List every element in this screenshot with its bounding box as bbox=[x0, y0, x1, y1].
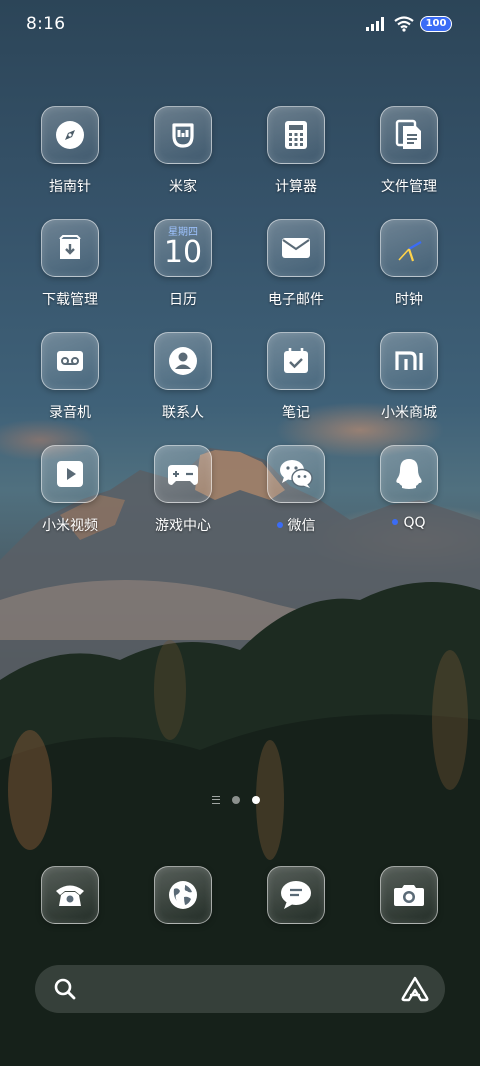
dock-phone[interactable] bbox=[14, 866, 126, 924]
browser-icon bbox=[169, 881, 197, 909]
search-icon[interactable] bbox=[53, 977, 77, 1001]
app-label: 录音机 bbox=[49, 405, 91, 421]
app-mijia[interactable]: 米家 bbox=[127, 106, 239, 196]
clock-icon bbox=[398, 240, 422, 262]
app-label: 文件管理 bbox=[381, 179, 437, 195]
download-icon bbox=[59, 235, 81, 259]
page-dot-2-active bbox=[252, 796, 260, 804]
app-label: 小米视频 bbox=[42, 518, 98, 534]
camera-icon bbox=[394, 885, 424, 906]
app-label: 游戏中心 bbox=[155, 518, 211, 534]
menu-lines-icon bbox=[212, 796, 220, 804]
phone-icon bbox=[56, 885, 84, 906]
mijia-icon bbox=[172, 123, 194, 148]
qq-icon bbox=[396, 459, 422, 489]
dock-messages[interactable] bbox=[240, 866, 352, 924]
app-label: 指南针 bbox=[49, 179, 91, 195]
app-clock[interactable]: 时钟 bbox=[353, 219, 465, 309]
app-label: 电子邮件 bbox=[268, 292, 324, 308]
notification-dot bbox=[276, 522, 283, 528]
wechat-icon bbox=[280, 460, 313, 488]
calendar-day: 10 bbox=[163, 235, 203, 270]
app-label: 日历 bbox=[169, 292, 197, 308]
app-label: QQ bbox=[353, 515, 465, 531]
app-label: 小米商城 bbox=[381, 405, 437, 421]
app-recorder[interactable]: 录音机 bbox=[14, 332, 126, 422]
app-wechat[interactable]: 微信 bbox=[240, 445, 352, 535]
wifi-icon bbox=[394, 16, 414, 32]
notes-icon bbox=[284, 348, 308, 373]
status-icons: 100 bbox=[366, 14, 452, 34]
app-label: 时钟 bbox=[395, 292, 423, 308]
mi-store-icon bbox=[395, 351, 423, 370]
app-compass[interactable]: 指南针 bbox=[14, 106, 126, 196]
compass-icon bbox=[56, 121, 84, 149]
page-dot-1 bbox=[232, 796, 240, 804]
app-qq[interactable]: QQ bbox=[353, 445, 465, 531]
app-label: 计算器 bbox=[275, 179, 317, 195]
app-label: 微信 bbox=[240, 515, 352, 535]
assistant-icon[interactable] bbox=[401, 976, 429, 1002]
app-contacts[interactable]: 联系人 bbox=[127, 332, 239, 422]
battery-icon: 100 bbox=[420, 16, 452, 32]
app-calendar[interactable]: 星期四 10 日历 bbox=[127, 219, 239, 309]
app-label: 米家 bbox=[169, 179, 197, 195]
dock-camera[interactable] bbox=[353, 866, 465, 924]
app-label: 笔记 bbox=[282, 405, 310, 421]
calculator-icon bbox=[285, 121, 307, 149]
search-bar[interactable] bbox=[35, 965, 445, 1013]
status-bar: 8:16 100 bbox=[0, 0, 480, 48]
file-manager-icon bbox=[395, 119, 421, 149]
messages-icon bbox=[281, 881, 311, 909]
game-center-icon bbox=[168, 465, 198, 485]
app-download-manager[interactable]: 下载管理 bbox=[14, 219, 126, 309]
app-email[interactable]: 电子邮件 bbox=[240, 219, 352, 309]
dock-browser[interactable] bbox=[127, 866, 239, 924]
calendar-icon: 星期四 10 bbox=[154, 219, 212, 277]
app-label: 联系人 bbox=[162, 405, 204, 421]
signal-icon bbox=[366, 17, 384, 31]
page-indicator[interactable] bbox=[212, 796, 260, 804]
app-calculator[interactable]: 计算器 bbox=[240, 106, 352, 196]
video-icon bbox=[57, 461, 83, 487]
app-mi-store[interactable]: 小米商城 bbox=[353, 332, 465, 422]
app-notes[interactable]: 笔记 bbox=[240, 332, 352, 422]
app-label: 下载管理 bbox=[42, 292, 98, 308]
app-file-manager[interactable]: 文件管理 bbox=[353, 106, 465, 196]
status-time: 8:16 bbox=[26, 14, 66, 34]
recorder-icon bbox=[57, 351, 83, 371]
notification-dot bbox=[392, 519, 399, 525]
app-game-center[interactable]: 游戏中心 bbox=[127, 445, 239, 535]
app-mi-video[interactable]: 小米视频 bbox=[14, 445, 126, 535]
contacts-icon bbox=[169, 347, 197, 375]
mail-icon bbox=[282, 238, 310, 258]
